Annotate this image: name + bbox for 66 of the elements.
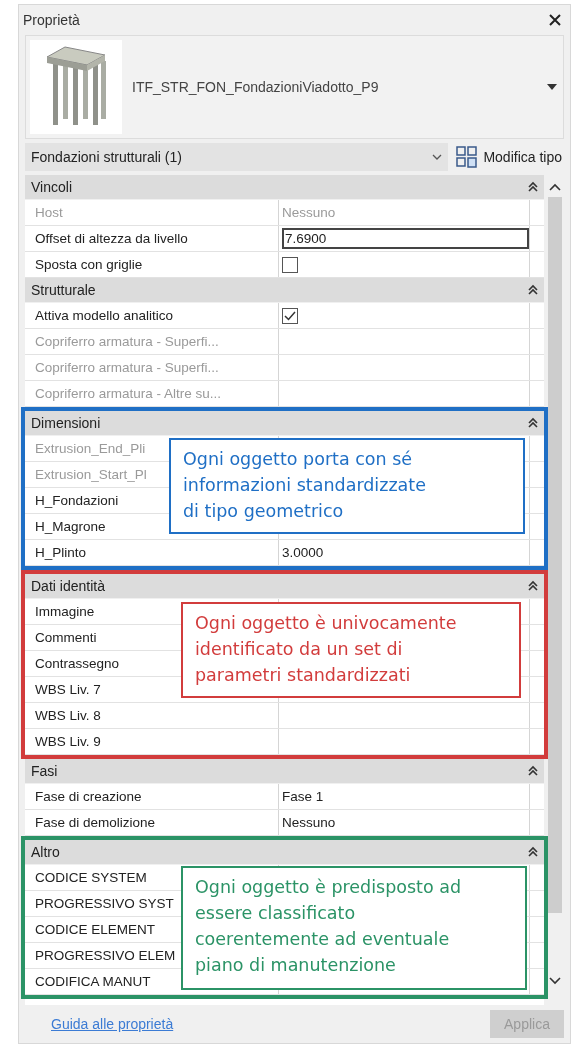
section-title: Dati identità [31,578,105,594]
chevron-up-icon[interactable] [549,183,561,191]
scroll-thumb[interactable] [548,197,562,913]
property-label: CODIFICA MANUT [35,974,151,989]
value-field[interactable]: 7.6900 [282,228,529,249]
dropdown-icon [547,84,557,90]
collapse-icon[interactable] [528,181,538,193]
section-title: Strutturale [31,282,96,298]
section-title: Fasi [31,763,58,779]
property-label: Copriferro armatura - Superfi... [35,360,219,375]
section-title: Dimensioni [31,415,101,431]
property-label: WBS Liv. 7 [35,682,101,697]
section-header[interactable]: Strutturale [25,278,544,303]
property-label: Attiva modello analitico [35,308,174,323]
value-text: 3.0000 [282,545,324,560]
value-text: Fase 1 [282,789,324,804]
property-label: Offset di altezza da livello [35,231,188,246]
section-header[interactable]: Dimensioni [25,411,544,436]
edit-type-button[interactable]: Modifica tipo [454,146,564,168]
callout-text: Ogni oggetto porta con sé informazioni standardizzate di tipo geometrico [169,438,525,534]
collapse-icon[interactable] [528,284,538,296]
property-label: H_Plinto [35,545,87,560]
property-label: Fase di creazione [35,789,142,804]
panel-title: Proprietà [23,12,80,28]
property-label: Sposta con griglie [35,257,143,272]
property-label: Commenti [35,630,97,645]
edit-type-icon [456,146,479,168]
callout-text: Ogni oggetto è predisposto ad essere classificato coerentemente ad eventuale piano di manutenzione [181,866,527,990]
section-title: Altro [31,844,60,860]
property-label: Fase di demolizione [35,815,156,830]
value-text: Nessuno [282,815,336,830]
property-label: Extrusion_Start_Pl [35,467,147,482]
chevron-down-icon [432,154,443,160]
property-label: Contrassegno [35,656,120,671]
property-label: PROGRESSIVO ELEM [35,948,176,963]
section-header[interactable]: Dati identità [25,574,544,599]
help-link[interactable]: Guida alle proprietà [51,1016,174,1032]
collapse-icon[interactable] [528,417,538,429]
property-label: Copriferro armatura - Superfi... [35,334,219,349]
property-label: CODICE SYSTEM [35,870,147,885]
property-label: H_Magrone [35,519,106,534]
category-dropdown[interactable]: Fondazioni strutturali (1) [25,143,449,171]
property-label: WBS Liv. 9 [35,734,101,749]
callout-text: Ogni oggetto è univocamente identificato da un set di parametri standardizzati [181,602,521,698]
property-label: CODICE ELEMENT [35,922,156,937]
property-label: Immagine [35,604,95,619]
type-selector[interactable]: ITF_STR_FON_FondazioniViadotto_P9 [25,35,564,139]
property-label: Extrusion_End_Pli [35,441,146,456]
section-header[interactable]: Altro [25,840,544,865]
value-text: Nessuno [282,205,336,220]
section-title: Vincoli [31,179,72,195]
collapse-icon[interactable] [528,765,538,777]
section-header[interactable]: Vincoli [25,175,544,200]
property-label: PROGRESSIVO SYST [35,896,174,911]
checkbox[interactable] [282,256,298,273]
category-text: Fondazioni strutturali (1) [31,149,182,165]
collapse-icon[interactable] [528,580,538,592]
property-label: Host [35,205,63,220]
type-name: ITF_STR_FON_FondazioniViadotto_P9 [132,79,380,95]
checkbox[interactable] [282,307,298,324]
property-label: H_Fondazioni [35,493,119,508]
property-label: Copriferro armatura - Altre su... [35,386,222,401]
property-label: WBS Liv. 8 [35,708,101,723]
collapse-icon[interactable] [528,846,538,858]
section-header[interactable]: Fasi [25,759,544,784]
chevron-down-icon[interactable] [549,977,561,985]
